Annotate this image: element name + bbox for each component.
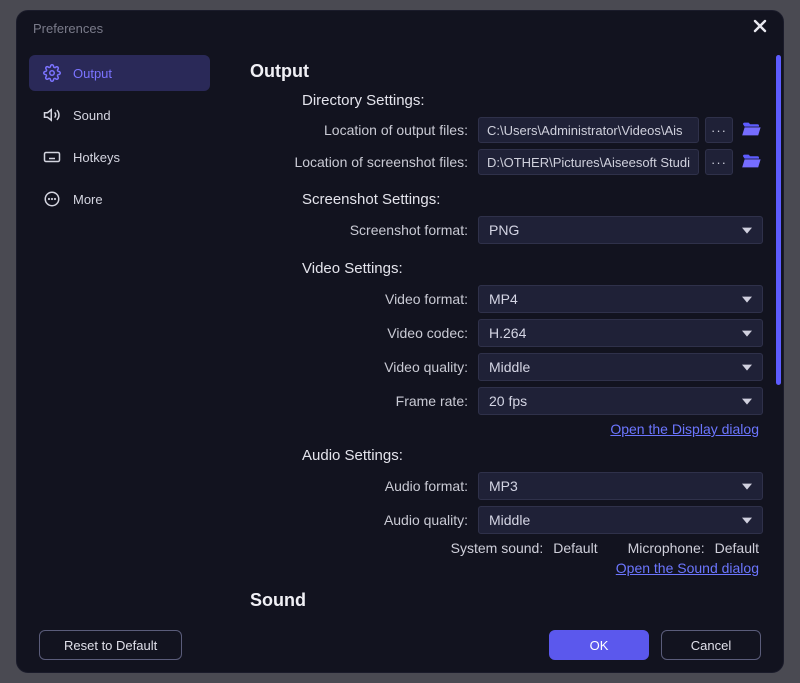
video-format-row: Video format: MP4	[250, 285, 763, 313]
audio-format-select[interactable]: MP3	[478, 472, 763, 500]
sound-heading: Sound	[250, 590, 763, 611]
sidebar-item-hotkeys[interactable]: Hotkeys	[29, 139, 210, 175]
directory-settings-title: Directory Settings:	[302, 92, 763, 109]
system-sound-label: System sound:	[451, 540, 544, 556]
frame-rate-row: Frame rate: 20 fps	[250, 387, 763, 415]
more-icon	[43, 190, 61, 208]
microphone-value: Default	[715, 540, 759, 556]
screenshot-format-label: Screenshot format:	[250, 222, 478, 238]
screenshot-location-browse-button[interactable]: ···	[705, 149, 733, 175]
preferences-window: Preferences Output Sound	[16, 10, 784, 673]
audio-quality-select[interactable]: Middle	[478, 506, 763, 534]
audio-format-row: Audio format: MP3	[250, 472, 763, 500]
cancel-button[interactable]: Cancel	[661, 630, 761, 660]
screenshot-format-row: Screenshot format: PNG	[250, 216, 763, 244]
video-codec-select[interactable]: H.264	[478, 319, 763, 347]
audio-quality-row: Audio quality: Middle	[250, 506, 763, 534]
output-location-input[interactable]	[478, 117, 699, 143]
sidebar: Output Sound Hotkeys More	[17, 45, 222, 618]
audio-format-label: Audio format:	[250, 478, 478, 494]
sidebar-item-sound[interactable]: Sound	[29, 97, 210, 133]
folder-icon	[741, 153, 761, 172]
body: Output Sound Hotkeys More	[17, 45, 783, 618]
close-button[interactable]	[749, 17, 771, 39]
sidebar-item-label: Sound	[73, 108, 111, 123]
sidebar-item-label: Hotkeys	[73, 150, 120, 165]
open-sound-dialog-link[interactable]: Open the Sound dialog	[616, 560, 759, 576]
output-location-open-folder-button[interactable]	[739, 118, 763, 142]
output-location-row: Location of output files: ···	[250, 117, 763, 143]
video-settings-title: Video Settings:	[302, 260, 763, 277]
speaker-icon	[43, 106, 61, 124]
system-sound-value: Default	[553, 540, 597, 556]
sidebar-item-output[interactable]: Output	[29, 55, 210, 91]
reset-to-default-button[interactable]: Reset to Default	[39, 630, 182, 660]
output-location-label: Location of output files:	[250, 122, 478, 138]
microphone-label: Microphone:	[628, 540, 705, 556]
footer: Reset to Default OK Cancel	[17, 618, 783, 672]
video-codec-label: Video codec:	[250, 325, 478, 341]
screenshot-location-row: Location of screenshot files: ···	[250, 149, 763, 175]
window-title: Preferences	[33, 21, 103, 36]
frame-rate-select[interactable]: 20 fps	[478, 387, 763, 415]
video-format-select[interactable]: MP4	[478, 285, 763, 313]
audio-defaults-row: System sound: Default Microphone: Defaul…	[250, 540, 763, 556]
video-quality-row: Video quality: Middle	[250, 353, 763, 381]
video-codec-row: Video codec: H.264	[250, 319, 763, 347]
ok-button[interactable]: OK	[549, 630, 649, 660]
screenshot-location-input[interactable]	[478, 149, 699, 175]
output-heading: Output	[250, 61, 763, 82]
video-format-label: Video format:	[250, 291, 478, 307]
scrollbar-thumb[interactable]	[776, 55, 781, 385]
sound-dialog-link-row: Open the Sound dialog	[250, 560, 763, 576]
gear-icon	[43, 64, 61, 82]
video-quality-label: Video quality:	[250, 359, 478, 375]
audio-settings-title: Audio Settings:	[302, 447, 763, 464]
sidebar-item-more[interactable]: More	[29, 181, 210, 217]
screenshot-location-open-folder-button[interactable]	[739, 150, 763, 174]
content-scroll[interactable]: Output Directory Settings: Location of o…	[222, 45, 775, 618]
screenshot-format-select[interactable]: PNG	[478, 216, 763, 244]
frame-rate-label: Frame rate:	[250, 393, 478, 409]
output-location-browse-button[interactable]: ···	[705, 117, 733, 143]
close-icon	[753, 19, 767, 38]
sidebar-item-label: Output	[73, 66, 112, 81]
video-quality-select[interactable]: Middle	[478, 353, 763, 381]
audio-quality-label: Audio quality:	[250, 512, 478, 528]
sidebar-item-label: More	[73, 192, 103, 207]
screenshot-location-label: Location of screenshot files:	[250, 154, 478, 170]
keyboard-icon	[43, 148, 61, 166]
display-dialog-link-row: Open the Display dialog	[250, 421, 763, 437]
open-display-dialog-link[interactable]: Open the Display dialog	[610, 421, 759, 437]
titlebar: Preferences	[17, 11, 783, 45]
folder-icon	[741, 121, 761, 140]
content-area: Output Directory Settings: Location of o…	[222, 45, 783, 618]
screenshot-settings-title: Screenshot Settings:	[302, 191, 763, 208]
